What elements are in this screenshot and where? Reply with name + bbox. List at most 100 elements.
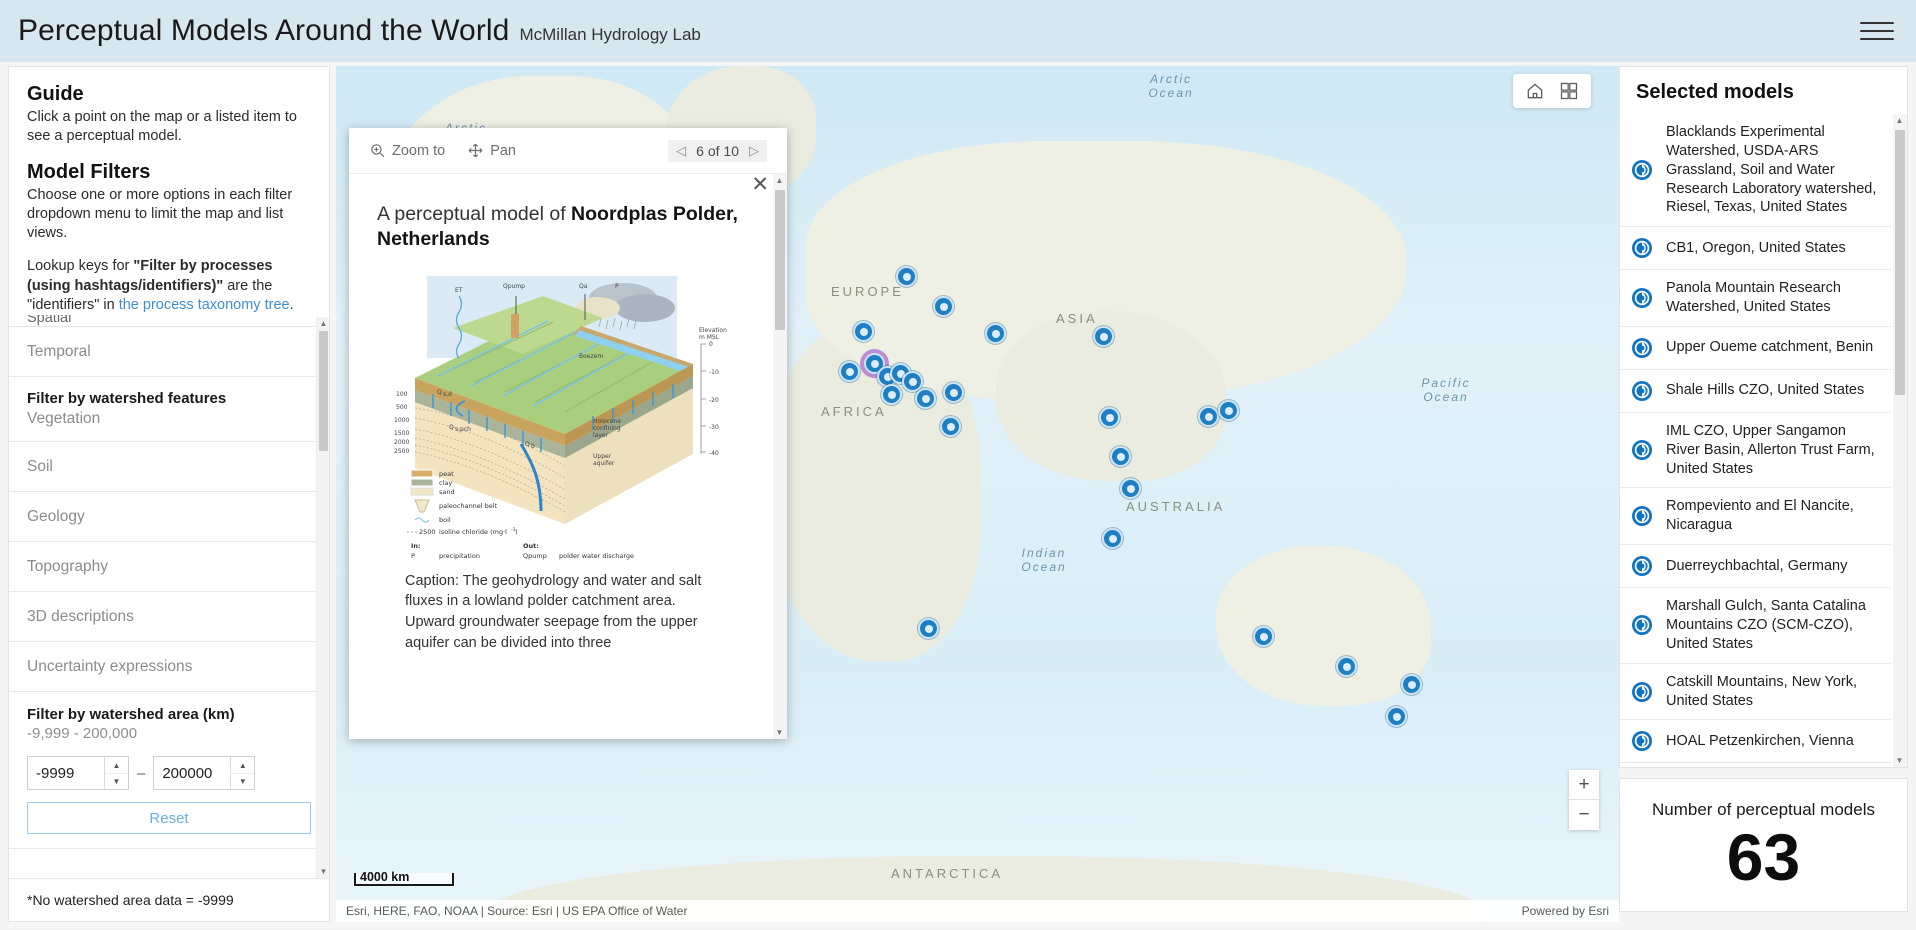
map-pin[interactable] [1110, 446, 1131, 467]
svg-text:Qpump: Qpump [523, 552, 547, 560]
basemap-gallery-icon[interactable] [1559, 81, 1579, 101]
svg-text:100: 100 [396, 391, 408, 398]
filter-row-geology[interactable]: Geology [9, 492, 329, 543]
map-pin[interactable] [1093, 326, 1114, 347]
scroll-up-icon[interactable]: ▲ [317, 317, 329, 330]
svg-text:Qpump: Qpump [503, 283, 525, 290]
stepper-up-icon[interactable]: ▲ [105, 757, 128, 774]
scroll-down-icon[interactable]: ▼ [773, 726, 786, 739]
zoom-to-action[interactable]: Zoom to [369, 142, 445, 159]
map-pin[interactable] [1401, 674, 1422, 695]
pan-action[interactable]: Pan [467, 142, 516, 159]
map-pin[interactable] [915, 388, 936, 409]
map-pin[interactable] [1218, 400, 1239, 421]
model-list-item[interactable]: Panola Mountain Research Watershed, Unit… [1620, 270, 1891, 327]
area-min-input[interactable] [28, 757, 104, 790]
triangle-left-icon[interactable]: ◁ [676, 143, 686, 159]
model-list-item[interactable]: Catskill Mountains, New York, United Sta… [1620, 664, 1891, 721]
model-list-item-label: Panola Mountain Research Watershed, Unit… [1666, 280, 1841, 316]
map-pin[interactable] [933, 296, 954, 317]
model-list-item[interactable]: Yucca Mountain, Nevada, United States [1620, 763, 1891, 767]
stepper-down-icon[interactable]: ▼ [105, 774, 128, 790]
model-list-item[interactable]: Upper Oueme catchment, Benin [1620, 327, 1891, 370]
scroll-up-icon[interactable]: ▲ [773, 174, 786, 187]
map-pin[interactable] [1386, 706, 1407, 727]
stepper-down-icon[interactable]: ▼ [231, 774, 254, 790]
svg-text:In:: In: [411, 542, 421, 550]
model-list-item[interactable]: CB1, Oregon, United States [1620, 227, 1891, 271]
scrollbar-thumb[interactable] [775, 190, 785, 330]
model-count-value: 63 [1726, 820, 1801, 894]
filter-row-temporal[interactable]: Temporal [9, 327, 329, 378]
model-marker-icon [1630, 286, 1654, 310]
model-list-item[interactable]: IML CZO, Upper Sangamon River Basin, All… [1620, 413, 1891, 489]
popup-scrollbar[interactable]: ▲ ▼ [773, 174, 787, 739]
map-pin[interactable] [985, 323, 1006, 344]
map-pin[interactable] [1253, 626, 1274, 647]
map-pin[interactable] [1120, 478, 1141, 499]
svg-text:0: 0 [709, 341, 713, 348]
filter-row-3d-descriptions[interactable]: 3D descriptions [9, 592, 329, 643]
map-scale-bar: 4000 km [354, 870, 454, 886]
svg-text:2500: 2500 [419, 528, 436, 536]
process-taxonomy-tree-link[interactable]: the process taxonomy tree [119, 297, 290, 313]
left-panel-scrollbar[interactable]: ▲ ▼ [316, 317, 329, 878]
zoom-out-button[interactable]: − [1569, 800, 1599, 830]
svg-text:500: 500 [396, 404, 408, 411]
map-pin[interactable] [943, 382, 964, 403]
zoom-in-button[interactable]: + [1569, 770, 1599, 800]
close-icon[interactable]: ✕ [751, 174, 769, 195]
map-pin[interactable] [839, 361, 860, 382]
svg-text:Out:: Out: [523, 542, 539, 550]
svg-text:paleochannel belt: paleochannel belt [439, 502, 498, 510]
scroll-down-icon[interactable]: ▼ [317, 865, 329, 878]
home-icon[interactable] [1525, 81, 1545, 101]
model-marker-icon [1632, 337, 1652, 358]
svg-text:-10: -10 [709, 369, 719, 376]
model-list-item[interactable]: Rompeviento and El Nancite, Nicaragua [1620, 488, 1891, 546]
stepper-up-icon[interactable]: ▲ [231, 757, 255, 774]
filter-value: Geology [27, 507, 85, 525]
model-list-item[interactable]: Shale Hills CZO, United States [1620, 370, 1891, 413]
map-pin[interactable] [881, 384, 902, 405]
svg-text:1000: 1000 [394, 417, 409, 424]
landmass-australia [1216, 546, 1431, 706]
area-max-stepper[interactable]: ▲ ▼ [230, 757, 255, 790]
model-list-item[interactable]: Marshall Gulch, Santa Catalina Mountains… [1620, 588, 1891, 664]
map-pin[interactable] [1102, 528, 1123, 549]
area-max-input[interactable] [154, 757, 231, 790]
map-pin[interactable] [1198, 406, 1219, 427]
map-pin[interactable] [940, 416, 961, 437]
filter-row-uncertainty-expressions[interactable]: Uncertainty expressions [9, 642, 329, 693]
map-pin[interactable] [853, 321, 874, 342]
svg-text:polder water discharge: polder water discharge [559, 552, 634, 560]
area-min-stepper[interactable]: ▲ ▼ [104, 757, 128, 790]
pan-label: Pan [490, 142, 516, 159]
feature-popup[interactable]: Zoom to Pan ◁ 6 of 10 ▷ ✕ A perceptual m… [349, 128, 787, 739]
svg-text:1500: 1500 [394, 430, 409, 437]
selected-models-title: Selected models [1636, 81, 1794, 103]
triangle-right-icon[interactable]: ▷ [749, 143, 759, 159]
filter-row-soil[interactable]: Soil [9, 442, 329, 493]
selected-models-list-wrap: Blacklands Experimental Watershed, USDA-… [1620, 114, 1907, 767]
svg-text:-40: -40 [709, 450, 719, 457]
model-list-item[interactable]: Duerreychbachtal, Germany [1620, 545, 1891, 589]
map-pin[interactable] [1336, 656, 1357, 677]
map-pin[interactable] [896, 266, 917, 287]
scroll-up-icon[interactable]: ▲ [1893, 114, 1906, 127]
models-scrollbar[interactable]: ▲ ▼ [1893, 114, 1907, 767]
map-pin[interactable] [1099, 407, 1120, 428]
model-marker-icon [1630, 613, 1654, 637]
model-list-item[interactable]: HOAL Petzenkirchen, Vienna [1620, 720, 1891, 764]
model-marker-icon [1630, 504, 1654, 528]
reset-button[interactable]: Reset [27, 802, 311, 835]
filter-row-watershed-features[interactable]: Filter by watershed features Vegetation [9, 377, 329, 443]
hamburger-icon[interactable] [1860, 16, 1894, 46]
filter-row-topography[interactable]: Topography [9, 542, 329, 593]
map-pin[interactable] [918, 618, 939, 639]
scroll-down-icon[interactable]: ▼ [1893, 754, 1906, 767]
model-list-item[interactable]: Blacklands Experimental Watershed, USDA-… [1620, 114, 1891, 228]
scrollbar-thumb[interactable] [1895, 130, 1905, 395]
scrollbar-thumb[interactable] [319, 331, 328, 451]
model-marker-icon [1632, 288, 1652, 309]
